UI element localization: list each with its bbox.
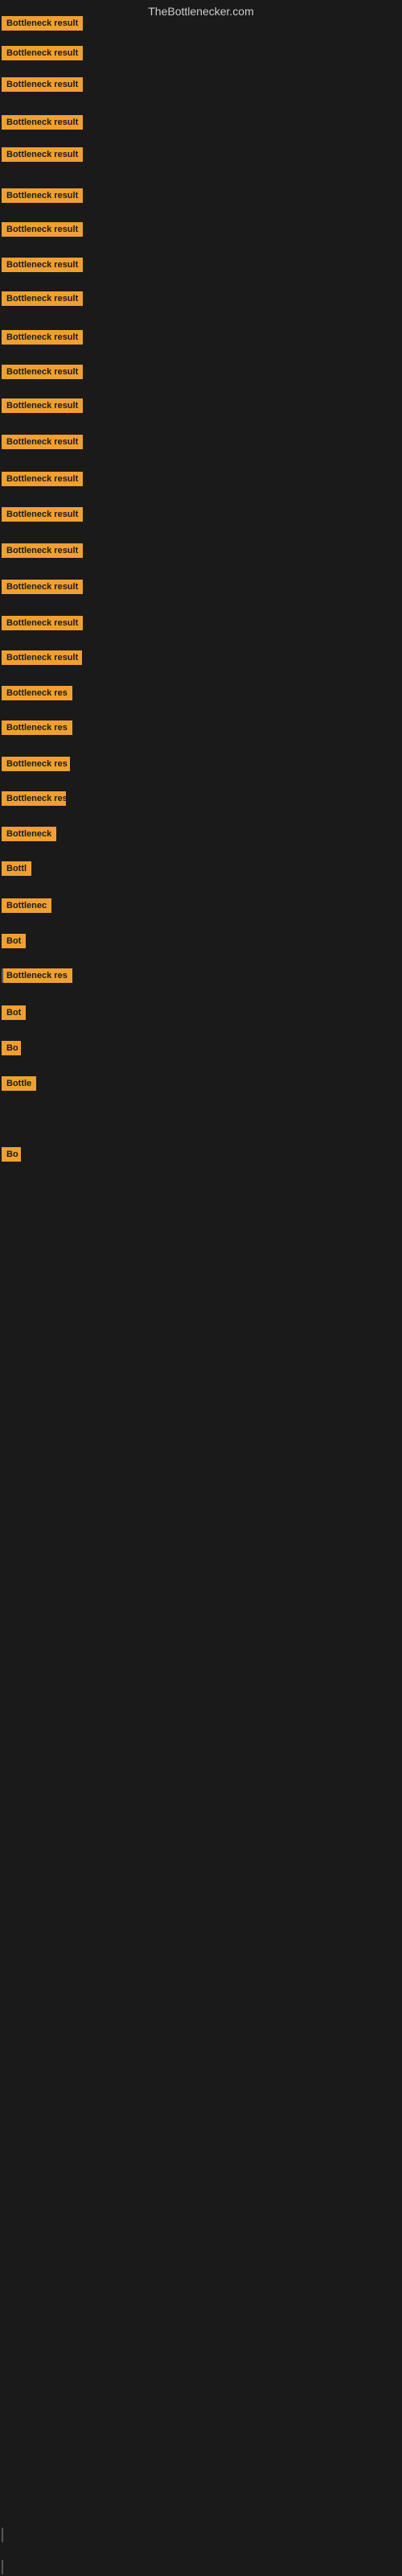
bottleneck-result-badge-28: Bot: [2, 1005, 26, 1020]
bottleneck-result-badge-11: Bottleneck result: [2, 398, 83, 413]
bottleneck-result-badge-18: Bottleneck result: [2, 650, 82, 665]
badge-row-15: Bottleneck result: [2, 543, 83, 562]
bottleneck-result-badge-6: Bottleneck result: [2, 222, 83, 237]
badge-row-8: Bottleneck result: [2, 291, 83, 310]
bottleneck-result-badge-5: Bottleneck result: [2, 188, 83, 203]
badge-row-21: Bottleneck res: [2, 757, 70, 775]
badge-row-19: Bottleneck res: [2, 686, 72, 704]
bottleneck-result-badge-16: Bottleneck result: [2, 580, 83, 594]
badge-row-10: Bottleneck result: [2, 365, 83, 383]
bottleneck-result-badge-24: Bottl: [2, 861, 31, 876]
badge-row-27: Bottleneck res: [2, 968, 72, 987]
bottleneck-result-badge-25: Bottlenec: [2, 898, 51, 913]
bottleneck-result-badge-29: Bo: [2, 1041, 21, 1055]
bottleneck-result-badge-20: Bottleneck res: [2, 720, 72, 735]
badge-row-14: Bottleneck result: [2, 507, 83, 526]
bottleneck-result-badge-15: Bottleneck result: [2, 543, 83, 558]
badge-row-0: Bottleneck result: [2, 16, 83, 35]
bottleneck-result-badge-9: Bottleneck result: [2, 330, 83, 345]
bottleneck-result-badge-30: Bottle: [2, 1076, 36, 1091]
badge-row-12: Bottleneck result: [2, 435, 83, 453]
badge-row-11: Bottleneck result: [2, 398, 83, 417]
badge-row-26: Bot: [2, 934, 26, 952]
badge-row-23: Bottleneck: [2, 827, 56, 845]
badge-row-17: Bottleneck result: [2, 616, 83, 634]
badge-row-29: Bo: [2, 1041, 21, 1059]
bottleneck-result-badge-17: Bottleneck result: [2, 616, 83, 630]
badge-row-28: Bot: [2, 1005, 26, 1024]
bottleneck-result-badge-22: Bottleneck res: [2, 791, 66, 806]
badge-row-22: Bottleneck res: [2, 791, 66, 810]
bottleneck-result-badge-26: Bot: [2, 934, 26, 948]
bottleneck-result-badge-13: Bottleneck result: [2, 472, 83, 486]
bottleneck-result-badge-1: Bottleneck result: [2, 46, 83, 60]
bottleneck-result-badge-8: Bottleneck result: [2, 291, 83, 306]
vertical-line-1: [2, 2528, 3, 2542]
badge-row-3: Bottleneck result: [2, 115, 83, 134]
vertical-line-2: [2, 2560, 3, 2574]
bottleneck-result-badge-0: Bottleneck result: [2, 16, 83, 31]
badge-row-18: Bottleneck result: [2, 650, 82, 669]
badge-row-25: Bottlenec: [2, 898, 51, 917]
badge-row-20: Bottleneck res: [2, 720, 72, 739]
bottleneck-result-badge-19: Bottleneck res: [2, 686, 72, 700]
badge-row-13: Bottleneck result: [2, 472, 83, 490]
badge-row-7: Bottleneck result: [2, 258, 83, 276]
bottleneck-result-badge-21: Bottleneck res: [2, 757, 70, 771]
bottleneck-result-badge-4: Bottleneck result: [2, 147, 83, 162]
bottleneck-result-badge-10: Bottleneck result: [2, 365, 83, 379]
badge-row-9: Bottleneck result: [2, 330, 83, 349]
bottleneck-result-badge-14: Bottleneck result: [2, 507, 83, 522]
vertical-line-0: [2, 968, 3, 983]
badge-row-2: Bottleneck result: [2, 77, 83, 96]
bottleneck-result-badge-2: Bottleneck result: [2, 77, 83, 92]
badge-row-30: Bottle: [2, 1076, 36, 1095]
badge-row-6: Bottleneck result: [2, 222, 83, 241]
bottleneck-result-badge-12: Bottleneck result: [2, 435, 83, 449]
badge-row-31: Bo: [2, 1147, 21, 1166]
badge-row-24: Bottl: [2, 861, 31, 880]
badge-row-4: Bottleneck result: [2, 147, 83, 166]
bottleneck-result-badge-23: Bottleneck: [2, 827, 56, 841]
badge-row-5: Bottleneck result: [2, 188, 83, 207]
bottleneck-result-badge-7: Bottleneck result: [2, 258, 83, 272]
bottleneck-result-badge-3: Bottleneck result: [2, 115, 83, 130]
bottleneck-result-badge-31: Bo: [2, 1147, 21, 1162]
badge-row-16: Bottleneck result: [2, 580, 83, 598]
badge-row-1: Bottleneck result: [2, 46, 83, 64]
bottleneck-result-badge-27: Bottleneck res: [2, 968, 72, 983]
